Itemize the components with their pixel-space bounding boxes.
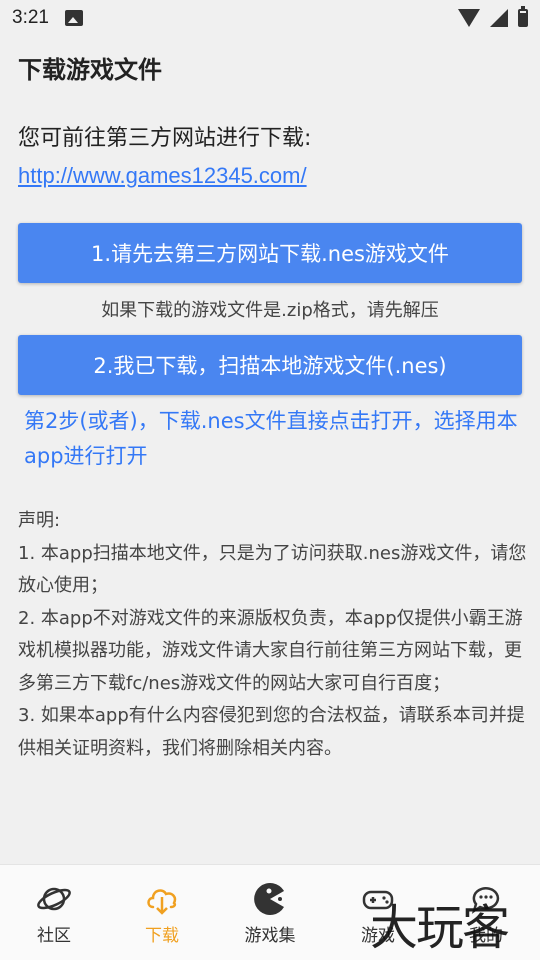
declaration-line: 2. 本app不对游戏文件的来源版权负责，本app仅提供小霸王游戏机模拟器功能，… bbox=[18, 607, 523, 694]
download-from-site-button[interactable]: 1.请先去第三方网站下载.nes游戏文件 bbox=[18, 223, 522, 283]
nav-item-game-collection[interactable]: 游戏集 bbox=[216, 865, 324, 960]
status-bar: 3:21 bbox=[0, 0, 540, 36]
nav-label: 社区 bbox=[37, 926, 71, 946]
intro-text: 您可前往第三方网站进行下载: bbox=[18, 126, 312, 151]
chat-icon bbox=[471, 887, 500, 914]
bottom-nav: 社区 下载 游戏集 游戏 我的 bbox=[0, 864, 540, 960]
wifi-icon bbox=[458, 9, 480, 27]
third-party-link[interactable]: http://www.games12345.com/ bbox=[18, 163, 307, 189]
signal-icon bbox=[490, 9, 508, 27]
declaration-line: 1. 本app扫描本地文件，只是为了访问获取.nes游戏文件，请您放心使用； bbox=[18, 542, 527, 597]
page-title: 下载游戏文件 bbox=[18, 56, 162, 84]
declaration: 声明: 1. 本app扫描本地文件，只是为了访问获取.nes游戏文件，请您放心使… bbox=[18, 505, 528, 765]
pacman-icon bbox=[254, 883, 284, 915]
nav-item-mine[interactable]: 我的 bbox=[432, 865, 540, 960]
gamepad-icon bbox=[362, 890, 394, 910]
planet-icon bbox=[37, 887, 71, 911]
nav-item-games[interactable]: 游戏 bbox=[324, 865, 432, 960]
nav-item-download[interactable]: 下载 bbox=[108, 865, 216, 960]
photo-notification-icon bbox=[64, 10, 83, 26]
cloud-download-icon bbox=[147, 889, 177, 915]
nav-item-community[interactable]: 社区 bbox=[0, 865, 108, 960]
nav-label: 我的 bbox=[469, 926, 503, 946]
nav-label: 下载 bbox=[145, 926, 179, 946]
declaration-line: 3. 如果本app有什么内容侵犯到您的合法权益，请联系本司并提供相关证明资料，我… bbox=[18, 705, 525, 759]
zip-hint-text: 如果下载的游戏文件是.zip格式，请先解压 bbox=[101, 300, 439, 321]
step2-instructions[interactable]: 第2步(或者)，下载.nes文件直接点击打开，选择用本app进行打开 bbox=[24, 404, 524, 474]
status-icons bbox=[458, 6, 528, 27]
declaration-title: 声明: bbox=[18, 510, 61, 531]
scan-local-files-button[interactable]: 2.我已下载，扫描本地游戏文件(.nes) bbox=[18, 335, 522, 395]
nav-label: 游戏集 bbox=[244, 926, 296, 946]
battery-icon bbox=[518, 6, 528, 27]
status-time: 3:21 bbox=[12, 7, 49, 28]
nav-label: 游戏 bbox=[361, 926, 395, 946]
